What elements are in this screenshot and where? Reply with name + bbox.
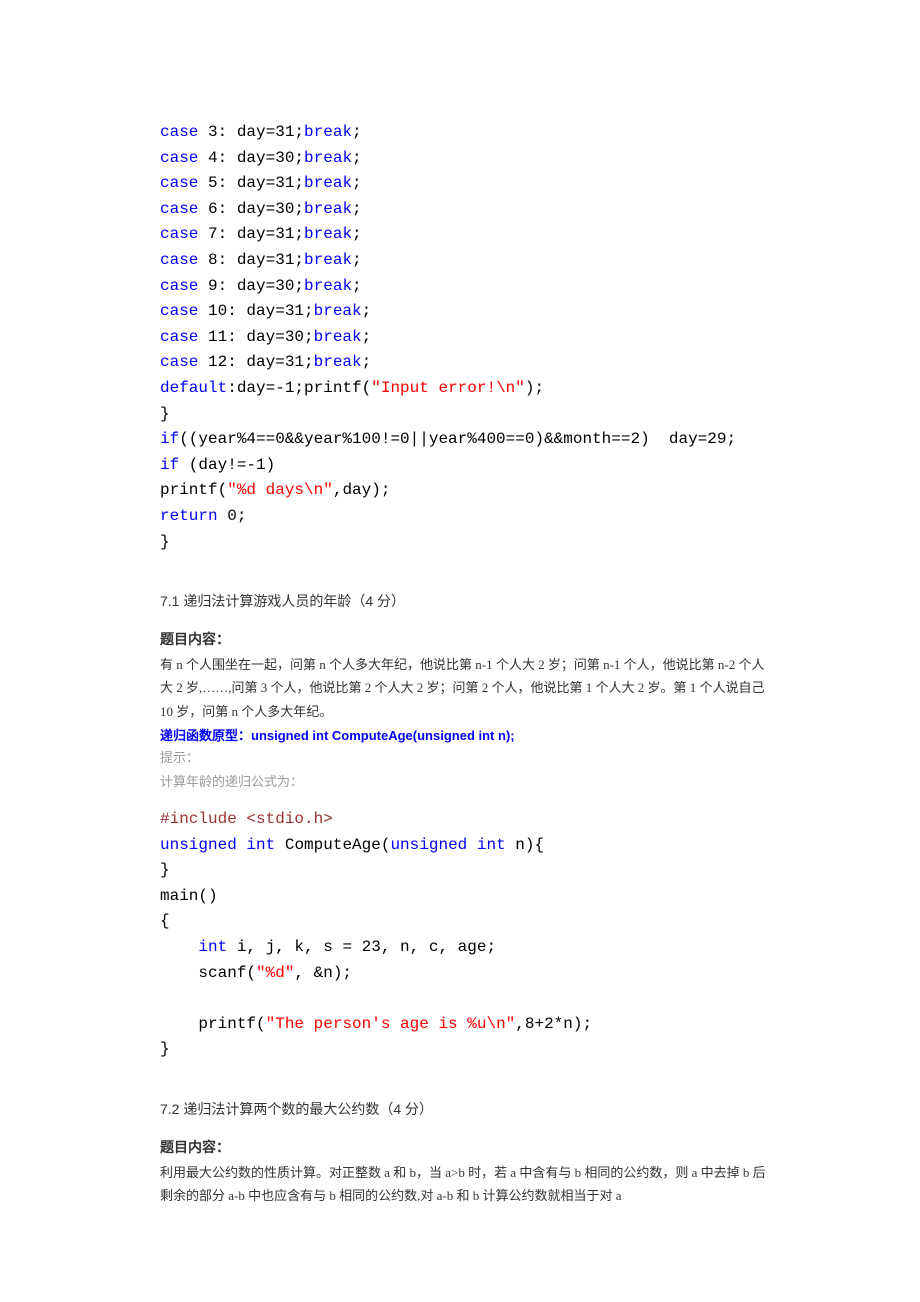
section-heading-71: 7.1 递归法计算游戏人员的年龄（4 分） [160, 591, 770, 611]
code-text: 12: day=31; [198, 353, 313, 371]
code-text: 9: day=30; [198, 277, 304, 295]
code-text: } [160, 405, 170, 423]
code-text: 0; [218, 507, 247, 525]
code-text: 5: day=31; [198, 174, 304, 192]
code-text: printf( [160, 481, 227, 499]
preproc-include: #include [160, 810, 237, 828]
keyword-break: break [304, 225, 352, 243]
keyword-int: int [198, 938, 227, 956]
prototype-label: 递归函数原型： [160, 728, 251, 743]
code-text: ,day); [333, 481, 391, 499]
keyword-case: case [160, 174, 198, 192]
code-text: ; [352, 174, 362, 192]
code-text: i, j, k, s = 23, n, c, age; [227, 938, 496, 956]
keyword-case: case [160, 225, 198, 243]
code-text: ; [352, 277, 362, 295]
code-text: , &n); [294, 964, 352, 982]
document-page: case 3: day=31;break; case 4: day=30;bre… [0, 0, 920, 1282]
string-literal: "Input error!\n" [371, 379, 525, 397]
keyword-if: if [160, 430, 179, 448]
problem-description: 利用最大公约数的性质计算。对正整数 a 和 b，当 a>b 时，若 a 中含有与… [160, 1161, 770, 1208]
code-text: 8: day=31; [198, 251, 304, 269]
prototype-code: unsigned int ComputeAge(unsigned int n); [251, 728, 515, 743]
code-text: scanf( [160, 964, 256, 982]
code-text: 4: day=30; [198, 149, 304, 167]
keyword-unsigned: unsigned [160, 836, 237, 854]
keyword-case: case [160, 353, 198, 371]
include-path: <stdio.h> [237, 810, 333, 828]
keyword-break: break [304, 149, 352, 167]
code-text: { [160, 912, 170, 930]
keyword-case: case [160, 123, 198, 141]
code-text: ; [362, 328, 372, 346]
section-71-body: 题目内容： 有 n 个人围坐在一起，问第 n 个人多大年纪，他说比第 n-1 个… [160, 629, 770, 793]
code-text: ; [352, 225, 362, 243]
code-text: ; [362, 302, 372, 320]
keyword-case: case [160, 251, 198, 269]
code-text: printf( [160, 1015, 266, 1033]
code-block-2: #include <stdio.h> unsigned int ComputeA… [160, 807, 770, 1063]
string-literal: "The person's age is %u\n" [266, 1015, 516, 1033]
keyword-return: return [160, 507, 218, 525]
keyword-if: if [160, 456, 179, 474]
keyword-case: case [160, 302, 198, 320]
code-text [160, 938, 198, 956]
code-text: (day!=-1) [179, 456, 275, 474]
keyword-break: break [314, 328, 362, 346]
problem-description: 有 n 个人围坐在一起，问第 n 个人多大年纪，他说比第 n-1 个人大 2 岁… [160, 653, 770, 723]
code-text: ,8+2*n); [515, 1015, 592, 1033]
code-text: ((year%4==0&&year%100!=0||year%400==0)&&… [179, 430, 736, 448]
code-text: ; [362, 353, 372, 371]
code-text: ; [352, 200, 362, 218]
subheading-content: 题目内容： [160, 629, 770, 649]
code-block-1: case 3: day=31;break; case 4: day=30;bre… [160, 120, 770, 555]
code-text: :day=-1;printf( [227, 379, 371, 397]
keyword-int: int [246, 836, 275, 854]
keyword-break: break [304, 200, 352, 218]
code-text: ; [352, 149, 362, 167]
keyword-break: break [304, 123, 352, 141]
keyword-break: break [304, 277, 352, 295]
code-text: 7: day=31; [198, 225, 304, 243]
section-72-body: 题目内容： 利用最大公约数的性质计算。对正整数 a 和 b，当 a>b 时，若 … [160, 1137, 770, 1208]
keyword-case: case [160, 328, 198, 346]
keyword-case: case [160, 149, 198, 167]
keyword-case: case [160, 200, 198, 218]
code-text: 10: day=31; [198, 302, 313, 320]
string-literal: "%d days\n" [227, 481, 333, 499]
code-text: n){ [506, 836, 544, 854]
code-text: ; [352, 123, 362, 141]
keyword-default: default [160, 379, 227, 397]
keyword-break: break [304, 174, 352, 192]
keyword-break: break [314, 353, 362, 371]
code-text: 11: day=30; [198, 328, 313, 346]
keyword-break: break [304, 251, 352, 269]
code-text [237, 836, 247, 854]
prototype-line: 递归函数原型：unsigned int ComputeAge(unsigned … [160, 725, 770, 744]
code-text: } [160, 861, 170, 879]
keyword-break: break [314, 302, 362, 320]
code-text: main() [160, 887, 218, 905]
hint-label: 提示： [160, 746, 770, 769]
code-text: 3: day=31; [198, 123, 304, 141]
code-text: ; [352, 251, 362, 269]
code-text [467, 836, 477, 854]
code-text: 6: day=30; [198, 200, 304, 218]
code-text: ComputeAge( [275, 836, 390, 854]
keyword-int: int [477, 836, 506, 854]
subheading-content: 题目内容： [160, 1137, 770, 1157]
string-literal: "%d" [256, 964, 294, 982]
code-text: } [160, 1040, 170, 1058]
code-text: } [160, 533, 170, 551]
keyword-case: case [160, 277, 198, 295]
section-heading-72: 7.2 递归法计算两个数的最大公约数（4 分） [160, 1099, 770, 1119]
code-text: ); [525, 379, 544, 397]
hint-text: 计算年龄的递归公式为： [160, 770, 770, 793]
keyword-unsigned: unsigned [390, 836, 467, 854]
